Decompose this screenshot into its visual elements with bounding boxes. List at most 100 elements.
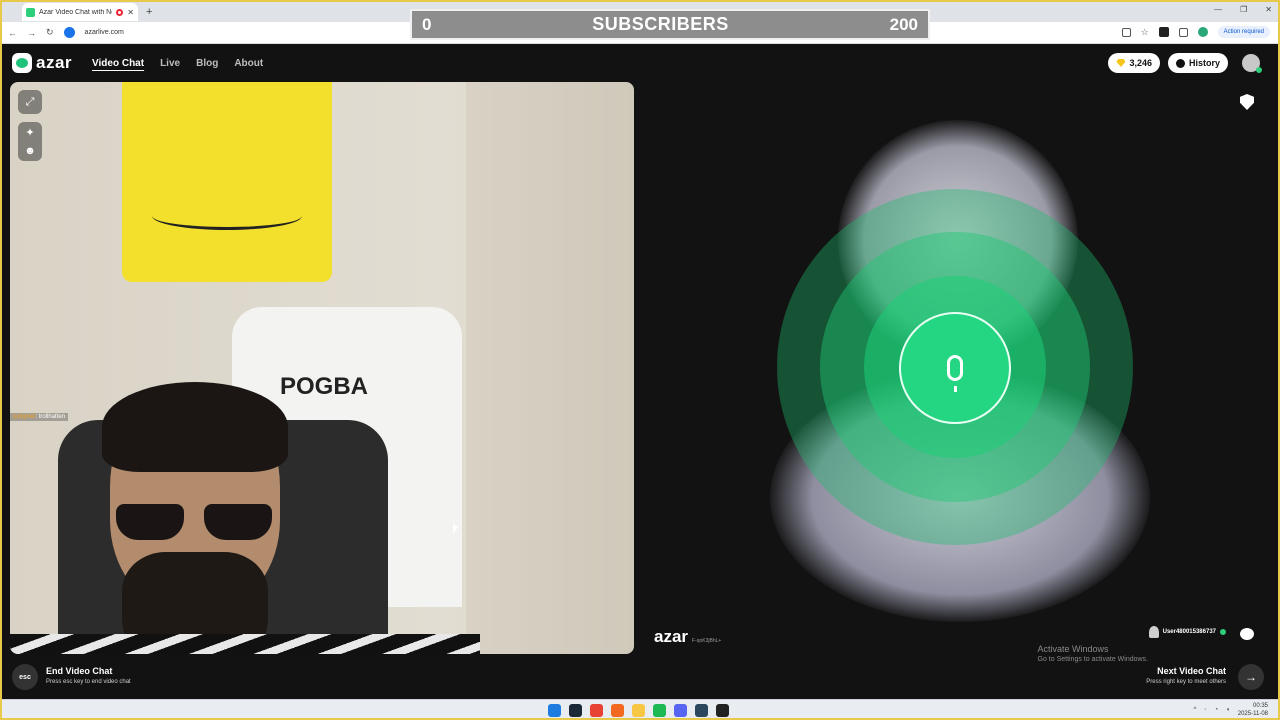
- discord-icon[interactable]: [674, 704, 687, 717]
- obs-icon[interactable]: [716, 704, 729, 717]
- history-button[interactable]: History: [1167, 53, 1228, 73]
- steam-app-icon[interactable]: [695, 704, 708, 717]
- profile-icon[interactable]: [1197, 27, 1208, 37]
- yellow-jersey: [122, 82, 332, 282]
- nav-blog[interactable]: Blog: [196, 58, 218, 69]
- end-chat-subtitle: Press esc key to end video chat: [46, 679, 131, 685]
- partner-video-area: azar F-qoK3jBhL+ User480015386737: [642, 82, 1274, 654]
- nav-about[interactable]: About: [234, 58, 263, 69]
- chrome-icon[interactable]: [590, 704, 603, 717]
- history-label: History: [1188, 58, 1220, 68]
- bottom-controls: esc End Video Chat Press esc key to end …: [2, 644, 1278, 698]
- history-clock-icon: [1175, 58, 1185, 68]
- chat-bubble-icon[interactable]: [1240, 628, 1254, 640]
- user-icon: [1148, 626, 1159, 638]
- steam-icon[interactable]: [569, 704, 582, 717]
- end-chat-hint: End Video Chat Press esc key to end vide…: [46, 666, 131, 685]
- taskbar-clock[interactable]: 00:35 2025-11-08: [1238, 702, 1268, 718]
- partner-username: User480015386737: [1162, 629, 1216, 635]
- main-nav: Video Chat Live Blog About: [92, 58, 263, 69]
- end-chat-title: End Video Chat: [46, 666, 113, 676]
- gems-count: 3,246: [1129, 58, 1152, 68]
- next-chat-subtitle: Press right key to meet others: [1146, 679, 1226, 685]
- azar-logo-icon: [12, 53, 32, 73]
- azar-watermark: azar F-qoK3jBhL+: [654, 627, 721, 647]
- next-arrow-button[interactable]: →: [1238, 664, 1264, 690]
- report-shield-icon[interactable]: [1240, 94, 1254, 110]
- gems-button[interactable]: 3,246: [1108, 53, 1160, 73]
- goal-max: 200: [889, 14, 918, 34]
- partner-user-info[interactable]: User480015386737: [1148, 626, 1226, 638]
- clock-date: 2025-11-08: [1237, 711, 1268, 717]
- nav-video-chat[interactable]: Video Chat: [92, 58, 144, 69]
- start-icon[interactable]: [548, 704, 561, 717]
- lens-left: [116, 504, 184, 540]
- firefox-icon[interactable]: [611, 704, 624, 717]
- fullscreen-icon[interactable]: ⤢: [18, 90, 42, 114]
- bookmark-star-icon[interactable]: ☆: [1141, 27, 1149, 38]
- goal-min: 0: [422, 14, 432, 34]
- cast-icon[interactable]: [1121, 27, 1131, 37]
- watermark-code: F-qoK3jBhL+: [692, 638, 722, 644]
- watermark-brand: azar: [654, 627, 689, 646]
- extension-icon[interactable]: [1158, 27, 1169, 37]
- file-explorer-icon[interactable]: [632, 704, 645, 717]
- tray-wifi-icon[interactable]: ◔: [1215, 707, 1219, 713]
- url-field[interactable]: azarlive.com: [85, 29, 124, 36]
- minimize-button[interactable]: —: [1214, 5, 1222, 14]
- nav-live[interactable]: Live: [160, 58, 180, 69]
- tray-mic-icon[interactable]: ◦: [1204, 707, 1206, 713]
- restore-button[interactable]: ❐: [1240, 5, 1247, 14]
- microphone-button[interactable]: [899, 312, 1011, 424]
- forward-icon[interactable]: →: [27, 28, 36, 38]
- video-tools: ⤢ ✦ ☻: [18, 90, 42, 161]
- person-hair: [102, 382, 288, 472]
- azar-favicon-icon: [26, 7, 35, 17]
- close-window-button[interactable]: ✕: [1265, 5, 1272, 14]
- wall-shade: [466, 82, 634, 654]
- window-controls: — ❐ ✕: [1214, 5, 1272, 14]
- lens-right: [204, 504, 272, 540]
- logo-text: azar: [36, 53, 73, 72]
- tray-chevron-icon[interactable]: ^: [1194, 707, 1197, 713]
- site-info-icon[interactable]: [63, 27, 75, 38]
- reload-icon[interactable]: ↻: [46, 27, 54, 38]
- sunglasses: [116, 502, 276, 542]
- microphone-icon: [947, 355, 963, 392]
- activate-subtitle: Go to Settings to activate Windows.: [1037, 656, 1149, 663]
- tab-close-icon[interactable]: ✕: [127, 8, 134, 17]
- browser-tab[interactable]: Azar Video Chat with New ✕: [22, 3, 138, 21]
- chat-username: tydigntel: [13, 414, 36, 420]
- screen: Azar Video Chat with New ✕ + — ❐ ✕ ← → ↻…: [0, 0, 1280, 720]
- stream-chat-message: tydigntel: trollhatten: [10, 413, 69, 421]
- goal-label: SUBSCRIBERS: [592, 14, 729, 34]
- azar-logo[interactable]: azar: [12, 53, 72, 73]
- striped-jacket: [10, 634, 480, 654]
- sparkle-effects-icon[interactable]: ✦: [25, 126, 34, 139]
- jersey-name: POGBA: [280, 373, 369, 400]
- app-header: azar Video Chat Live Blog About 3,246 Hi…: [2, 45, 1278, 81]
- tray-volume-icon[interactable]: ◖: [1226, 707, 1230, 713]
- user-avatar[interactable]: [1242, 54, 1262, 73]
- windows-taskbar: ^ ◦ ◔ ◖ 00:35 2025-11-08: [2, 699, 1278, 718]
- spotify-icon[interactable]: [653, 704, 666, 717]
- face-filter-icon[interactable]: ☻: [24, 145, 36, 157]
- subscriber-goal-bar: 0 SUBSCRIBERS 200: [410, 9, 930, 40]
- clock-time: 00:35: [1252, 703, 1268, 709]
- local-video-feed: POGBA tydigntel: trollhatten ⤢ ✦ ☻: [10, 82, 634, 654]
- action-required-button[interactable]: Action required: [1217, 26, 1270, 38]
- toolbar-right: ☆ Action required: [1121, 26, 1270, 38]
- back-icon[interactable]: ←: [8, 28, 17, 38]
- activate-title: Activate Windows: [1037, 644, 1109, 654]
- mouse-cursor-icon: [453, 524, 458, 534]
- next-chat-title: Next Video Chat: [1157, 666, 1226, 676]
- extensions-puzzle-icon[interactable]: [1178, 27, 1188, 37]
- new-tab-button[interactable]: +: [146, 6, 152, 18]
- system-tray: ^ ◦ ◔ ◖ 00:35 2025-11-08: [1194, 702, 1268, 718]
- gem-icon: [1116, 59, 1126, 67]
- esc-button[interactable]: esc: [12, 664, 38, 690]
- next-chat-hint: Next Video Chat Press right key to meet …: [1146, 666, 1226, 685]
- verified-dot-icon: [1220, 629, 1226, 635]
- header-actions: 3,246 History: [1108, 53, 1262, 73]
- activate-windows-watermark: Activate Windows Go to Settings to activ…: [1038, 644, 1149, 663]
